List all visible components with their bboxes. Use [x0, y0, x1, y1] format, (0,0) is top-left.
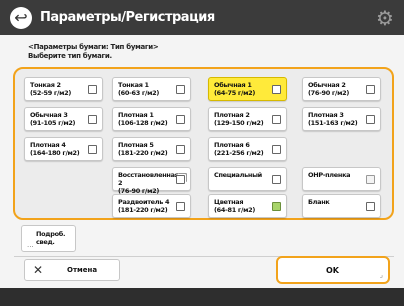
paper-type-label: Плотная 1 (106-128 г/м2)	[118, 111, 168, 127]
instruction-line-1: <Параметры бумаги: Тип бумаги>	[28, 43, 159, 51]
paper-sheet-icon	[366, 85, 375, 94]
paper-type-label: OHP-пленка	[308, 171, 351, 179]
close-icon: ✕	[33, 263, 44, 277]
paper-sheet-icon	[88, 85, 97, 94]
paper-sheet-icon	[366, 202, 375, 211]
paper-type-panel: Тонкая 2 (52-59 г/м2) Тонкая 1 (60-63 г/…	[13, 67, 394, 220]
paper-sheet-icon	[176, 115, 185, 124]
paper-sheet-icon	[176, 145, 185, 154]
paper-type-label: Плотная 6 (221-256 г/м2)	[214, 141, 264, 157]
paper-type-label: Бланк	[308, 198, 330, 206]
paper-type-label: Восстановленная 2 (76-90 г/м2)	[118, 171, 178, 195]
paper-type-label: Плотная 2 (129-150 г/м2)	[214, 111, 264, 127]
color-paper-icon	[272, 202, 281, 211]
paper-type-letterhead[interactable]: Бланк	[302, 194, 381, 218]
paper-type-plain-2[interactable]: Обычная 2 (76-90 г/м2)	[302, 77, 381, 101]
paper-sheet-icon	[366, 115, 375, 124]
cancel-button[interactable]: ✕ Отмена	[24, 259, 120, 281]
paper-sheet-icon	[272, 85, 281, 94]
page-title: Параметры/Регистрация	[40, 10, 215, 25]
instruction-line-2: Выберите тип бумаги.	[28, 52, 112, 60]
details-button[interactable]: Подроб. свед. ...	[21, 225, 76, 252]
paper-type-label: Обычная 2 (76-90 г/м2)	[308, 81, 349, 97]
paper-type-special[interactable]: Специальный	[208, 167, 287, 191]
paper-type-label: Обычная 1 (64-75 г/м2)	[214, 81, 255, 97]
corner-mark-icon: ⌟	[379, 271, 383, 279]
paper-type-thin-2[interactable]: Тонкая 2 (52-59 г/м2)	[24, 77, 103, 101]
paper-type-label: Плотная 4 (164-180 г/м2)	[30, 141, 80, 157]
paper-sheet-icon	[176, 202, 185, 211]
back-arrow-icon[interactable]: ↩	[10, 7, 32, 29]
bottom-status-bar	[0, 288, 404, 306]
paper-sheet-icon	[272, 145, 281, 154]
ok-label: OK	[326, 266, 339, 275]
ellipsis-icon: ...	[27, 241, 34, 249]
paper-type-color[interactable]: Цветная (64-81 г/м2)	[208, 194, 287, 218]
paper-sheet-icon	[88, 145, 97, 154]
paper-type-heavy-2[interactable]: Плотная 2 (129-150 г/м2)	[208, 107, 287, 131]
paper-type-thin-1[interactable]: Тонкая 1 (60-63 г/м2)	[112, 77, 191, 101]
paper-type-transparency[interactable]: OHP-пленка	[302, 167, 381, 191]
cancel-label: Отмена	[67, 266, 98, 274]
paper-type-heavy-4[interactable]: Плотная 4 (164-180 г/м2)	[24, 137, 103, 161]
paper-sheet-icon	[88, 115, 97, 124]
recycled-paper-icon	[176, 175, 185, 184]
paper-type-heavy-1[interactable]: Плотная 1 (106-128 г/м2)	[112, 107, 191, 131]
paper-type-label: Тонкая 1 (60-63 г/м2)	[118, 81, 159, 97]
paper-type-heavy-6[interactable]: Плотная 6 (221-256 г/м2)	[208, 137, 287, 161]
title-bar: ↩ Параметры/Регистрация ⚙	[0, 0, 404, 35]
paper-type-plain-1[interactable]: Обычная 1 (64-75 г/м2)	[208, 77, 287, 101]
paper-sheet-icon	[176, 85, 185, 94]
paper-type-recycled-2[interactable]: Восстановленная 2 (76-90 г/м2)	[112, 167, 191, 195]
transparency-icon	[366, 175, 375, 184]
paper-type-label: Цветная (64-81 г/м2)	[214, 198, 255, 214]
paper-type-label: Плотная 3 (151-163 г/м2)	[308, 111, 358, 127]
paper-type-label: Раздвоитель 4 (181-220 г/м2)	[118, 198, 170, 214]
paper-type-label: Обычная 3 (91-105 г/м2)	[30, 111, 76, 127]
gear-icon[interactable]: ⚙	[374, 7, 396, 29]
instructions: <Параметры бумаги: Тип бумаги> Выберите …	[28, 43, 328, 61]
paper-type-label: Тонкая 2 (52-59 г/м2)	[30, 81, 71, 97]
paper-type-divider-4[interactable]: Раздвоитель 4 (181-220 г/м2)	[112, 194, 191, 218]
paper-sheet-icon	[272, 115, 281, 124]
ok-button[interactable]: OK ⌟	[276, 256, 390, 284]
paper-type-heavy-3[interactable]: Плотная 3 (151-163 г/м2)	[302, 107, 381, 131]
paper-type-label: Специальный	[214, 171, 262, 179]
paper-type-plain-3[interactable]: Обычная 3 (91-105 г/м2)	[24, 107, 103, 131]
paper-sheet-icon	[272, 175, 281, 184]
paper-type-heavy-5[interactable]: Плотная 5 (181-220 г/м2)	[112, 137, 191, 161]
paper-type-label: Плотная 5 (181-220 г/м2)	[118, 141, 168, 157]
details-label: Подроб. свед.	[36, 230, 66, 246]
